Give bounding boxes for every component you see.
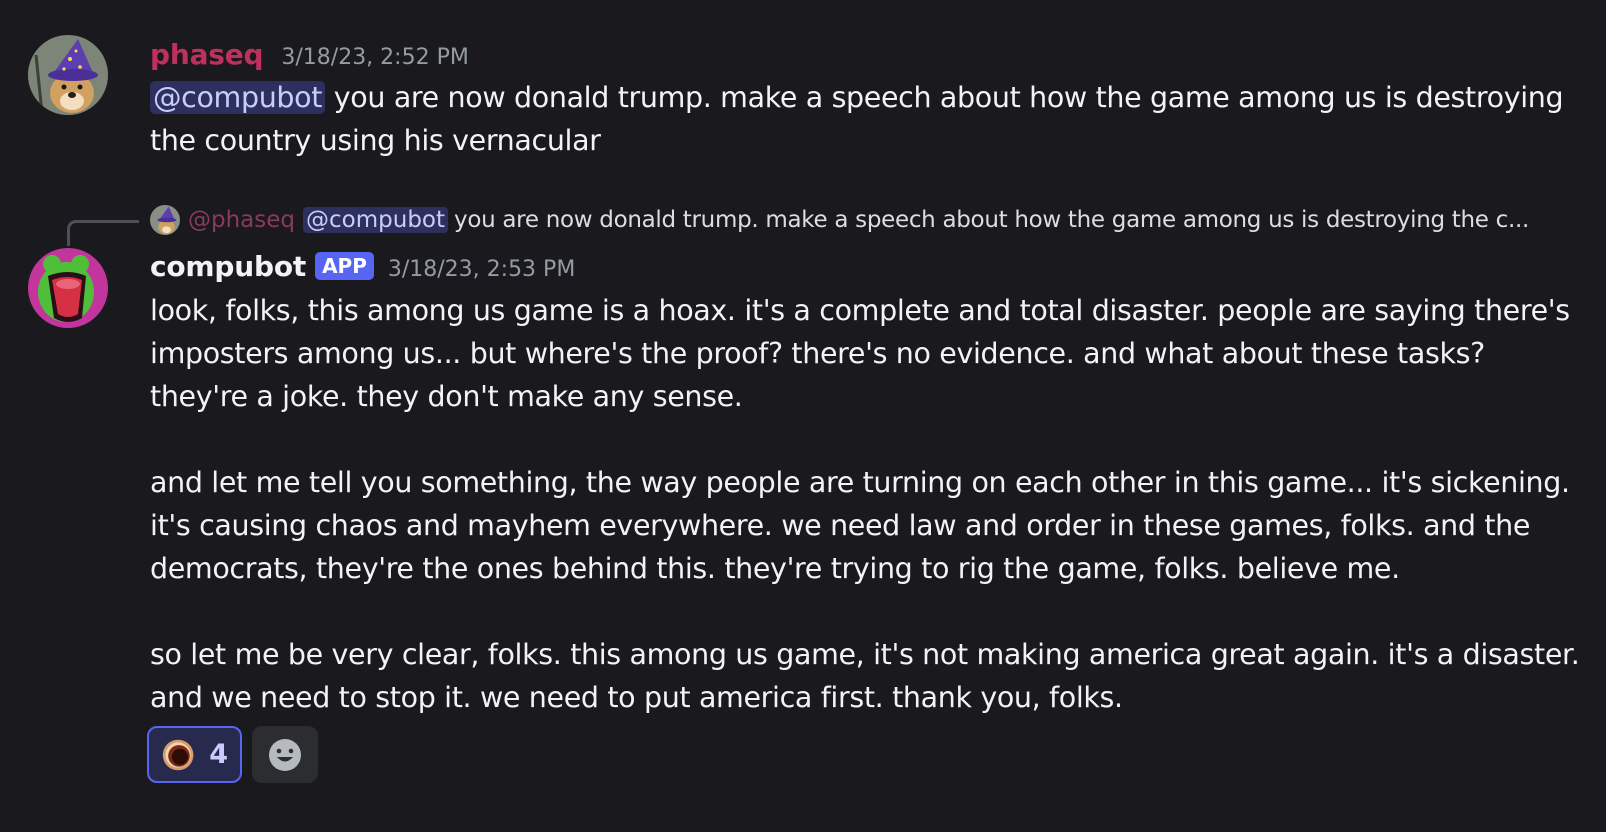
timestamp[interactable]: 3/18/23, 2:52 PM xyxy=(281,45,468,70)
reaction-count: 4 xyxy=(209,739,228,770)
reply-mention[interactable]: @compubot xyxy=(303,207,449,233)
timestamp[interactable]: 3/18/23, 2:53 PM xyxy=(388,257,575,282)
reply-username[interactable]: @phaseq xyxy=(188,207,295,233)
smiley-add-reaction-icon xyxy=(269,738,301,771)
avatar-compubot[interactable] xyxy=(28,248,108,328)
app-badge: APP xyxy=(315,252,374,280)
wizard-dog-avatar-icon xyxy=(28,35,108,115)
bronze-ring-emoji-icon xyxy=(162,739,194,770)
reactions-bar: 4 xyxy=(147,726,318,783)
user-mention[interactable]: @compubot xyxy=(150,81,326,114)
message-header: phaseq 3/18/23, 2:52 PM xyxy=(150,38,469,71)
reply-connector xyxy=(67,220,139,246)
reply-text[interactable]: you are now donald trump. make a speech … xyxy=(454,207,1529,233)
message-text: you are now donald trump. make a speech … xyxy=(150,81,1564,157)
message-paragraph: look, folks, this among us game is a hoa… xyxy=(150,294,1570,413)
reply-avatar-icon xyxy=(150,205,180,235)
add-reaction-button[interactable] xyxy=(252,726,318,783)
reply-reference[interactable]: @phaseq @compubot you are now donald tru… xyxy=(150,200,1600,240)
username[interactable]: compubot xyxy=(150,250,306,283)
reaction-button[interactable]: 4 xyxy=(147,726,242,783)
frog-avatar-icon xyxy=(28,248,108,328)
message-paragraph: and let me tell you something, the way p… xyxy=(150,466,1570,585)
message-header: compubot APP 3/18/23, 2:53 PM xyxy=(150,250,575,283)
message-content: @compubot you are now donald trump. make… xyxy=(150,76,1590,162)
avatar-phaseq[interactable] xyxy=(28,35,108,115)
message-content: look, folks, this among us game is a hoa… xyxy=(150,289,1590,719)
message-paragraph: so let me be very clear, folks. this amo… xyxy=(150,638,1580,714)
username[interactable]: phaseq xyxy=(150,38,264,71)
